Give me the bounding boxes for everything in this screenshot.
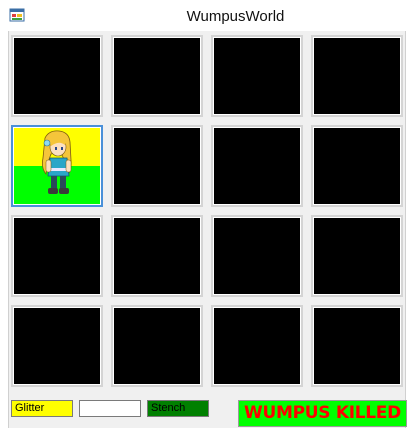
game-client-area: Glitter Stench WUMPUS KILLED <box>8 31 407 428</box>
board-cell-r1-c4[interactable] <box>311 35 403 117</box>
title-bar: WumpusWorld <box>0 0 411 31</box>
board-cell-r1-c2[interactable] <box>111 35 203 117</box>
board-cell-r4-c2[interactable] <box>111 305 203 387</box>
agent-icon <box>42 130 72 194</box>
unexplored-tile <box>114 38 200 114</box>
window-title: WumpusWorld <box>186 8 285 25</box>
board-cell-r1-c3[interactable] <box>211 35 303 117</box>
unexplored-tile <box>114 128 200 204</box>
board-cell-r2-c1[interactable] <box>11 125 103 207</box>
board-cell-r1-c1[interactable] <box>11 35 103 117</box>
unexplored-tile <box>314 308 400 384</box>
unexplored-tile <box>14 308 100 384</box>
unexplored-tile <box>214 128 300 204</box>
board-cell-r2-c3[interactable] <box>211 125 303 207</box>
board-cell-r3-c4[interactable] <box>311 215 403 297</box>
unexplored-tile <box>314 218 400 294</box>
unexplored-tile <box>314 128 400 204</box>
unexplored-tile <box>14 218 100 294</box>
breeze-indicator <box>79 400 141 417</box>
board-cell-r3-c2[interactable] <box>111 215 203 297</box>
board-cell-r3-c1[interactable] <box>11 215 103 297</box>
stench-indicator: Stench <box>147 400 209 417</box>
unexplored-tile <box>114 308 200 384</box>
unexplored-tile <box>14 38 100 114</box>
board-cell-r2-c4[interactable] <box>311 125 403 207</box>
board-cell-r4-c4[interactable] <box>311 305 403 387</box>
unexplored-tile <box>314 38 400 114</box>
unexplored-tile <box>214 218 300 294</box>
board-cell-r4-c1[interactable] <box>11 305 103 387</box>
unexplored-tile <box>114 218 200 294</box>
unexplored-tile <box>214 38 300 114</box>
board-cell-r2-c2[interactable] <box>111 125 203 207</box>
status-banner: WUMPUS KILLED <box>238 400 407 427</box>
glitter-indicator: Glitter <box>11 400 73 417</box>
board-cell-r3-c3[interactable] <box>211 215 303 297</box>
board-cell-r4-c3[interactable] <box>211 305 303 387</box>
unexplored-tile <box>214 308 300 384</box>
